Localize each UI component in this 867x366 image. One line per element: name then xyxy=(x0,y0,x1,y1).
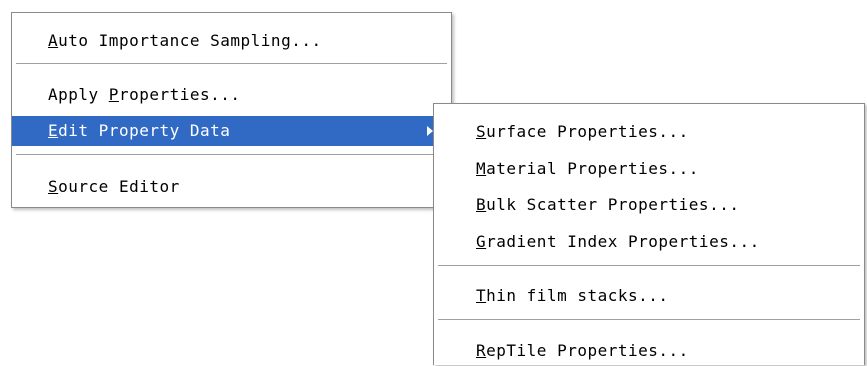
menu-item-auto-importance-sampling[interactable]: Auto Importance Sampling... xyxy=(12,26,451,56)
mnemonic: T xyxy=(476,286,487,305)
submenu-item-reptile-properties[interactable]: RepTile Properties... xyxy=(434,336,864,366)
mnemonic: M xyxy=(476,159,487,178)
submenu-item-surface-properties[interactable]: Surface Properties... xyxy=(434,117,864,147)
menu-item-label: radient Index Properties... xyxy=(486,232,760,251)
menu-item-label: roperties... xyxy=(118,85,241,104)
mnemonic: A xyxy=(48,31,59,50)
menu-separator xyxy=(16,154,447,156)
menu-item-label: ource Editor xyxy=(58,177,180,196)
mnemonic: S xyxy=(476,122,487,141)
menu-separator xyxy=(438,319,860,321)
menu-item-label: aterial Properties... xyxy=(486,159,699,178)
menu-item-label: urface Properties... xyxy=(486,122,689,141)
mnemonic: R xyxy=(476,341,487,360)
mnemonic: E xyxy=(48,121,59,140)
menu-separator xyxy=(438,265,860,267)
menu-separator xyxy=(16,63,447,65)
mnemonic: S xyxy=(48,177,59,196)
context-menu: Auto Importance Sampling... Apply Proper… xyxy=(11,12,452,208)
menu-item-label: uto Importance Sampling... xyxy=(58,31,322,50)
mnemonic: B xyxy=(476,195,487,214)
menu-item-source-editor[interactable]: Source Editor xyxy=(12,172,451,202)
submenu-item-material-properties[interactable]: Material Properties... xyxy=(434,154,864,184)
mnemonic: P xyxy=(108,85,119,104)
menu-item-label-prefix: Apply xyxy=(48,85,109,104)
submenu-item-bulk-scatter-properties[interactable]: Bulk Scatter Properties... xyxy=(434,190,864,220)
submenu-item-gradient-index-properties[interactable]: Gradient Index Properties... xyxy=(434,227,864,257)
menu-item-label: ulk Scatter Properties... xyxy=(486,195,740,214)
menu-item-apply-properties[interactable]: Apply Properties... xyxy=(12,80,451,110)
menu-item-label: hin film stacks... xyxy=(486,286,669,305)
submenu-edit-property-data: Surface Properties... Material Propertie… xyxy=(433,103,865,365)
submenu-item-thin-film-stacks[interactable]: Thin film stacks... xyxy=(434,281,864,311)
menu-item-label: dit Property Data xyxy=(58,121,231,140)
mnemonic: G xyxy=(476,232,487,251)
menu-item-edit-property-data[interactable]: Edit Property Data xyxy=(12,116,451,146)
menu-item-label: epTile Properties... xyxy=(486,341,689,360)
